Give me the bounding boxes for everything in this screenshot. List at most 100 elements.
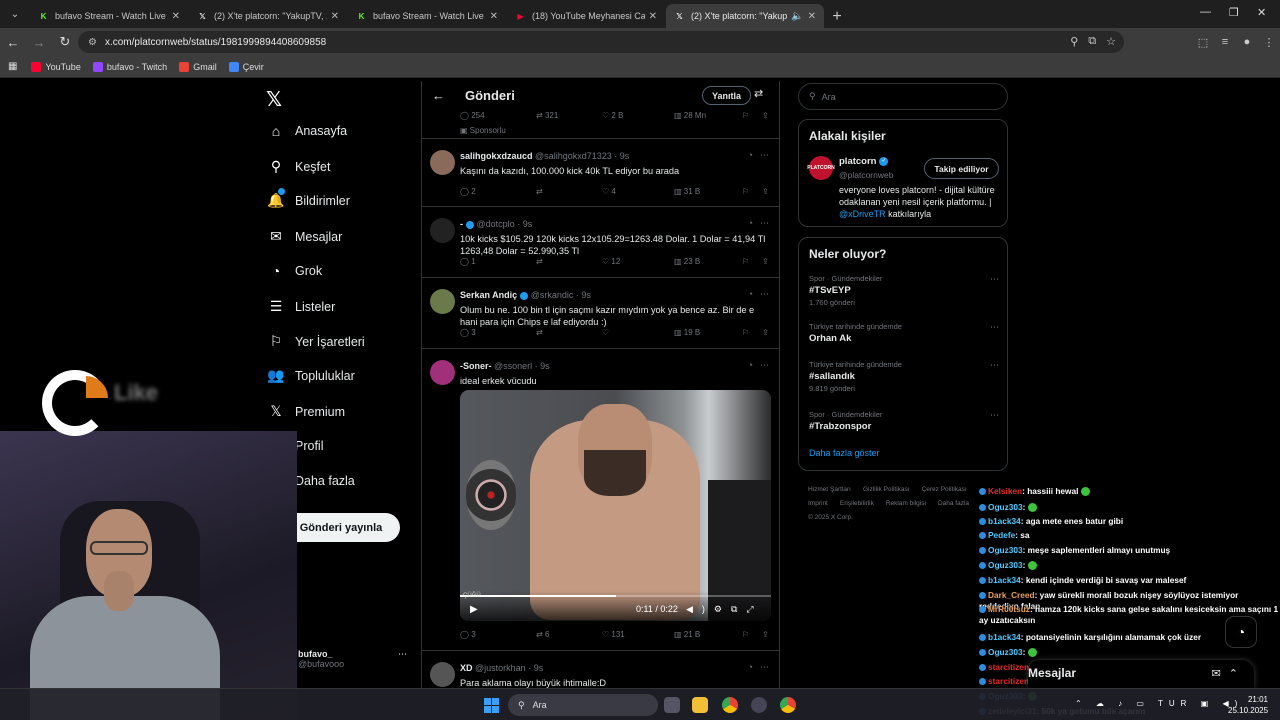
forward-button[interactable]: → [26,31,52,53]
site-info-icon[interactable]: ⚙ [88,37,97,48]
grok-icon[interactable]: ◔ [1225,616,1257,648]
tweet-author[interactable]: - @dotcplo · 9s [460,219,532,229]
bookmark-item[interactable]: Çevir [228,61,264,72]
close-tab-icon[interactable]: ✕ [808,11,816,22]
maximize-icon[interactable]: ❐ [1229,6,1239,19]
repost-count[interactable]: ⇄ 321 [536,111,558,120]
reply-count[interactable]: ◯ 254 [460,111,485,120]
expand-icon[interactable]: ⌃ [1229,668,1246,680]
avatar[interactable] [430,218,455,243]
tweet[interactable]: Serkan Andiç @srkandic · 9s ◔ ⋯ Olum bu ne.… [422,279,779,349]
more-options-icon[interactable]: ⋯ [760,150,769,161]
nav-item-grok[interactable]: ◔ Grok [266,263,322,279]
footer-link[interactable]: Imprint [808,500,828,507]
reply-count[interactable]: ◯ 3 [460,328,476,337]
show-more-link[interactable]: Daha fazla göster [809,448,880,458]
close-tab-icon[interactable]: ✕ [490,11,498,22]
bookmark-icon[interactable]: ⚐ [742,187,749,196]
close-tab-icon[interactable]: ✕ [172,11,180,22]
tweet-author[interactable]: salihgokxdzaucd @salihgokxd71323 · 9s [460,151,629,161]
reload-button[interactable]: ↻ [52,31,78,53]
chrome-icon[interactable] [722,697,738,713]
like-count[interactable]: ♡ 2 B [602,111,623,120]
grok-explain-icon[interactable]: ◔ [748,662,753,672]
grok-explain-icon[interactable]: ◔ [748,289,753,299]
footer-link[interactable]: Gizlilik Politikası [863,486,910,493]
browser-tab[interactable]: Kbufavo Stream - Watch Live on ✕ [30,4,188,28]
repost-count[interactable]: ⇄ 6 [536,630,549,639]
tab-search-button[interactable]: ⌄ [2,4,28,24]
trend-item[interactable]: Spor · Gündemdekiler #TSvEYP 1.760 gönderi… [809,274,999,307]
like-count[interactable]: ♡ 12 [602,257,620,266]
app-icon[interactable] [751,697,767,713]
close-window-icon[interactable]: ✕ [1257,6,1266,19]
bookmark-icon[interactable]: ⚐ [742,257,749,266]
address-bar[interactable]: ⚙ x.com/platcornweb/status/1981999894408… [78,31,1124,53]
x-logo-icon[interactable]: 𝕏 [266,87,282,112]
reading-list-icon[interactable]: ≡ [1214,31,1236,53]
share-icon[interactable]: ⇪ [762,187,769,196]
bookmark-item[interactable]: Gmail [179,61,217,72]
close-tab-icon[interactable]: ✕ [649,11,657,22]
account-more-icon[interactable]: ⋯ [398,649,407,660]
views-count[interactable]: ▥ 21 B [674,630,700,639]
browser-tab[interactable]: 𝕏 (2) X'te platcorn: "YakupTV,🔈 ✕ [666,4,824,28]
bookmark-item[interactable]: YouTube [31,61,81,72]
cast-icon[interactable]: ⧉ [1088,35,1096,48]
trend-more-icon[interactable]: ⋯ [990,360,999,371]
more-options-icon[interactable]: ⋯ [760,289,769,300]
mute-icon[interactable]: 🔈 [791,11,803,22]
messages-drawer[interactable]: Mesajlar ✉⌃ [1028,660,1254,688]
repost-count[interactable]: ⇄ [536,257,543,266]
system-tray[interactable]: ⌃ ☁ ♪ ▭ TUR ▣ ◀) [1075,699,1243,708]
grok-explain-icon[interactable]: ◔ [748,150,753,160]
apps-icon[interactable]: ▦ [8,61,17,72]
nav-item-search[interactable]: ⚲ Keşfet [266,158,331,175]
footer-link[interactable]: Reklam bilgisi [886,500,926,507]
more-options-icon[interactable]: ⋯ [760,360,769,371]
video-controls[interactable]: ◀)⚙⧉⤢ [686,604,763,615]
back-arrow-icon[interactable]: ← [432,88,445,103]
tweet-author[interactable]: -Soner- @ssonerl · 9s [460,361,550,371]
clock[interactable]: 21:01 25.10.2025 [1228,694,1268,716]
back-button[interactable]: ← [0,31,26,53]
tweet[interactable]: -Soner- @ssonerl · 9s ◔ ⋯ ideal erkek vücud… [422,350,779,651]
share-icon[interactable]: ⇪ [762,111,769,120]
nav-item-mail[interactable]: ✉ Mesajlar [266,228,342,245]
bookmark-icon[interactable]: ⚐ [742,111,749,120]
avatar[interactable] [430,360,455,385]
nav-item-bell[interactable]: 🔔 Bildirimler [266,188,350,209]
task-view-icon[interactable] [664,697,680,713]
grok-explain-icon[interactable]: ◔ [748,218,753,228]
share-icon[interactable]: ⇪ [762,257,769,266]
browser-tab[interactable]: Kbufavo Stream - Watch Live on ✕ [348,4,506,28]
trend-more-icon[interactable]: ⋯ [990,410,999,421]
new-message-icon[interactable]: ✉ [1212,668,1229,680]
footer-link[interactable]: © 2025 X Corp. [808,514,853,521]
like-count[interactable]: ♡ 4 [602,187,616,196]
taskbar-search[interactable]: ⚲ Ara [508,694,658,716]
menu-icon[interactable]: ⋮ [1258,31,1280,53]
nav-item-communities[interactable]: 👥 Topluluklar [266,367,354,384]
browser-tab[interactable]: ▶ (18) YouTube Meyhanesi Canlı Y ✕ [507,4,665,28]
views-count[interactable]: ▥ 19 B [674,328,700,337]
tweet[interactable]: - @dotcplo · 9s ◔ ⋯ 10k kicks $105.29 120k … [422,208,779,278]
repost-count[interactable]: ⇄ [536,187,543,196]
views-count[interactable]: ▥ 28 Mn [674,111,706,120]
footer-link[interactable]: Çerez Politikası [922,486,967,493]
avatar[interactable] [430,150,455,175]
repost-count[interactable]: ⇄ [536,328,543,337]
minimize-icon[interactable]: — [1200,6,1211,18]
share-icon[interactable]: ⇪ [762,328,769,337]
tweet-author[interactable]: Serkan Andiç @srkandic · 9s [460,290,591,300]
bookmark-icon[interactable]: ⚐ [742,328,749,337]
reply-count[interactable]: ◯ 3 [460,630,476,639]
views-count[interactable]: ▥ 23 B [674,257,700,266]
tune-icon[interactable]: ⇄ [754,87,763,100]
nav-item-bookmark[interactable]: ⚐ Yer İşaretleri [266,333,365,350]
avatar[interactable] [430,662,455,687]
like-count[interactable]: ♡ 131 [602,630,625,639]
views-count[interactable]: ▥ 31 B [674,187,700,196]
nav-item-home[interactable]: ⌂ Anasayfa [266,123,347,139]
close-tab-icon[interactable]: ✕ [331,11,339,22]
